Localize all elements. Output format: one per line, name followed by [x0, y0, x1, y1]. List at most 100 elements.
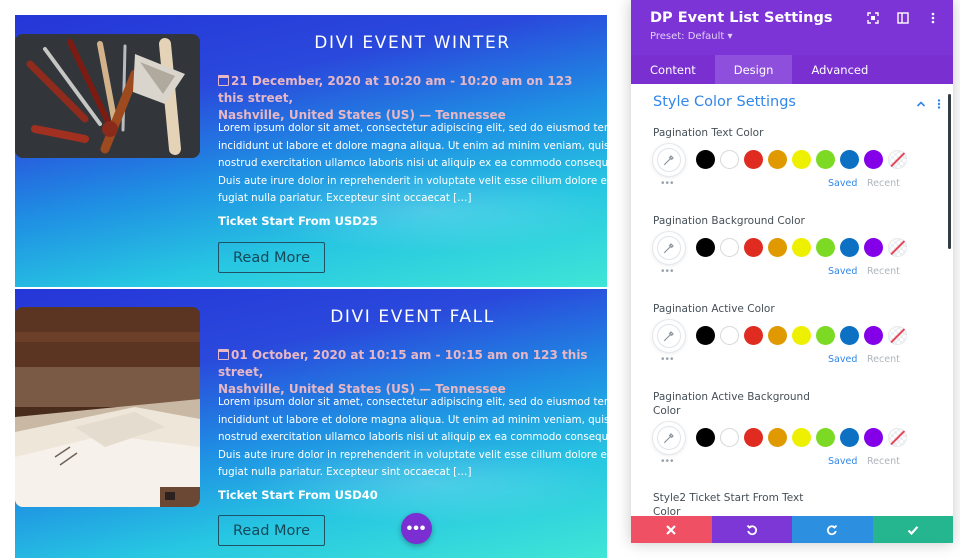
no-color-swatch[interactable] [888, 238, 907, 257]
setting-label-line: Color [653, 506, 681, 516]
swatch-white[interactable] [720, 150, 739, 169]
swatch-yellow[interactable] [792, 428, 811, 447]
swatch-orange[interactable] [768, 428, 787, 447]
color-picker-row: ••• Saved Recent [653, 418, 943, 476]
swatch-purple[interactable] [864, 326, 883, 345]
color-picker-row: ••• Saved Recent [653, 140, 943, 198]
more-options-button[interactable]: ••• [401, 513, 432, 544]
description-line: fugiat nulla pariatur. Excepteur sint oc… [218, 192, 472, 204]
tab-design[interactable]: Design [714, 55, 793, 84]
event-title[interactable]: DIVI EVENT WINTER [218, 33, 607, 53]
tab-content[interactable]: Content [631, 55, 715, 84]
preset-selector[interactable]: Preset: Default ▾ [650, 31, 732, 42]
swatch-green[interactable] [816, 428, 835, 447]
saved-colors-link[interactable]: Saved [828, 354, 857, 365]
event-image-tools [15, 34, 200, 158]
swatch-purple[interactable] [864, 428, 883, 447]
panel-scrollbar[interactable] [948, 94, 951, 249]
swatch-black[interactable] [696, 428, 715, 447]
event-meta: 21 December, 2020 at 10:20 am - 10:20 am… [218, 73, 598, 124]
more-colors-icon[interactable]: ••• [661, 355, 675, 365]
swatch-blue[interactable] [840, 326, 859, 345]
redo-icon [827, 524, 838, 535]
recent-colors-link[interactable]: Recent [867, 178, 900, 189]
kebab-menu-icon[interactable] [927, 12, 939, 24]
undo-button[interactable] [711, 516, 792, 543]
event-meta: 01 October, 2020 at 10:15 am - 10:15 am … [218, 347, 598, 398]
tab-advanced[interactable]: Advanced [792, 55, 887, 84]
event-description: Lorem ipsum dolor sit amet, consectetur … [218, 120, 607, 208]
swatch-purple[interactable] [864, 238, 883, 257]
undo-icon [746, 524, 757, 535]
expand-icon[interactable] [867, 12, 879, 24]
panel-header: DP Event List Settings Preset: Default ▾ [631, 0, 953, 55]
swatch-green[interactable] [816, 150, 835, 169]
swatch-red[interactable] [744, 238, 763, 257]
description-line: Lorem ipsum dolor sit amet, consectetur … [218, 396, 607, 408]
swatch-black[interactable] [696, 150, 715, 169]
swatch-yellow[interactable] [792, 150, 811, 169]
swatch-white[interactable] [720, 238, 739, 257]
saved-colors-link[interactable]: Saved [828, 266, 857, 277]
description-line: incididunt ut labore et dolore magna ali… [218, 413, 607, 426]
event-date-location: 01 October, 2020 at 10:15 am - 10:15 am … [218, 348, 588, 379]
swatch-yellow[interactable] [792, 238, 811, 257]
setting-label: Pagination Text Color [653, 127, 764, 139]
description-line: Duis aute irure dolor in reprehenderit i… [218, 174, 607, 187]
description-line: nostrud exercitation ullamco laboris nis… [218, 431, 607, 443]
saved-colors-link[interactable]: Saved [828, 456, 857, 467]
swatch-blue[interactable] [840, 238, 859, 257]
recent-colors-link[interactable]: Recent [867, 354, 900, 365]
eyedropper-icon[interactable] [653, 232, 685, 264]
swatch-purple[interactable] [864, 150, 883, 169]
no-color-swatch[interactable] [888, 428, 907, 447]
event-date-location: 21 December, 2020 at 10:20 am - 10:20 am… [218, 74, 573, 105]
redo-button[interactable] [792, 516, 873, 543]
swatch-green[interactable] [816, 238, 835, 257]
swatch-black[interactable] [696, 326, 715, 345]
swatch-yellow[interactable] [792, 326, 811, 345]
read-more-button[interactable]: Read More [218, 515, 325, 546]
description-line: Lorem ipsum dolor sit amet, consectetur … [218, 122, 607, 134]
recent-colors-link[interactable]: Recent [867, 266, 900, 277]
description-line: incididunt ut labore et dolore magna ali… [218, 139, 607, 152]
panel-title: DP Event List Settings [650, 10, 833, 26]
section-menu-icon[interactable] [937, 96, 941, 114]
setting-pagination-active-color: Pagination Active Color ••• Saved Recent [653, 302, 943, 374]
save-button[interactable] [872, 516, 953, 543]
recent-colors-link[interactable]: Recent [867, 456, 900, 467]
description-line: nostrud exercitation ullamco laboris nis… [218, 157, 607, 169]
event-card: DIVI EVENT FALL 01 October, 2020 at 10:1… [15, 289, 607, 558]
swatch-orange[interactable] [768, 326, 787, 345]
swatch-red[interactable] [744, 428, 763, 447]
swatch-blue[interactable] [840, 428, 859, 447]
swatch-green[interactable] [816, 326, 835, 345]
read-more-button[interactable]: Read More [218, 242, 325, 273]
event-title[interactable]: DIVI EVENT FALL [218, 307, 607, 327]
collapse-chevron-icon[interactable] [916, 96, 926, 114]
swatch-black[interactable] [696, 238, 715, 257]
no-color-swatch[interactable] [888, 326, 907, 345]
eyedropper-icon[interactable] [653, 320, 685, 352]
no-color-swatch[interactable] [888, 150, 907, 169]
split-view-icon[interactable] [897, 12, 909, 24]
swatch-red[interactable] [744, 326, 763, 345]
calendar-icon [218, 75, 229, 86]
swatch-orange[interactable] [768, 150, 787, 169]
panel-tabs: Content Design Advanced [631, 55, 953, 84]
swatch-orange[interactable] [768, 238, 787, 257]
color-picker-row: ••• Saved Recent [653, 228, 943, 286]
more-colors-icon[interactable]: ••• [661, 179, 675, 189]
discard-button[interactable] [631, 516, 712, 543]
eyedropper-icon[interactable] [653, 144, 685, 176]
setting-label-line: Style2 Ticket Start From Text [653, 492, 804, 504]
swatch-white[interactable] [720, 428, 739, 447]
more-colors-icon[interactable]: ••• [661, 267, 675, 277]
section-title[interactable]: Style Color Settings [653, 94, 796, 110]
more-colors-icon[interactable]: ••• [661, 457, 675, 467]
eyedropper-icon[interactable] [653, 422, 685, 454]
swatch-white[interactable] [720, 326, 739, 345]
saved-colors-link[interactable]: Saved [828, 178, 857, 189]
swatch-blue[interactable] [840, 150, 859, 169]
swatch-red[interactable] [744, 150, 763, 169]
